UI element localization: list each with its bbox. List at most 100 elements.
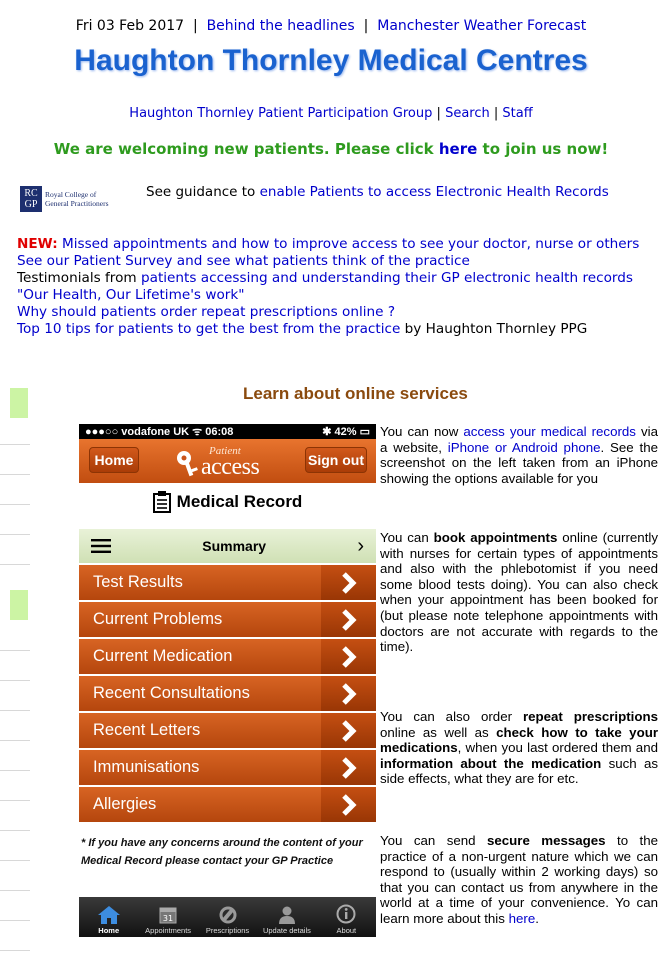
access-medical-records-link[interactable]: access your medical records [463,424,636,439]
tab-about[interactable]: About [317,897,376,937]
menu-item-recent-consultations[interactable]: Recent Consultations [79,676,376,711]
divider [0,800,30,801]
menu-item-current-medication[interactable]: Current Medication [79,639,376,674]
rcgp-mark: RC GP [20,186,42,212]
divider [0,680,30,681]
menu-item-label: Allergies [93,795,157,813]
chevron-right-icon [321,787,376,822]
menu-item-allergies[interactable]: Allergies [79,787,376,822]
staff-link[interactable]: Staff [502,106,532,121]
separator: | [493,106,499,121]
calendar-icon: 31 [159,907,177,924]
learn-section-title: Learn about online services [243,384,468,403]
testimonials-text: Testimonials from [17,270,137,286]
divider [0,534,30,535]
divider [0,504,30,505]
welcome-text: We are welcoming new patients. Please cl… [53,140,434,158]
patient-access-header: Home Patient access Sign out [79,439,376,483]
record-menu: Test Results Current Problems Current Me… [79,565,376,822]
separator: | [192,18,198,34]
home-button[interactable]: Home [89,447,139,473]
menu-item-current-problems[interactable]: Current Problems [79,602,376,637]
new-tag: NEW: [17,236,58,252]
person-icon [278,906,295,924]
divider [0,860,30,861]
behind-the-headlines-link[interactable]: Behind the headlines [207,18,355,34]
clipboard-icon [152,491,171,513]
divider [0,564,30,565]
phone-tab-bar: Home 31 Appointments Prescriptions Updat… [79,897,376,937]
patient-access-screenshot: ●●●○○ vodafone UK ᯤ 06:08 ✱ 42% ▭ Home P… [79,424,376,951]
left-decoration [0,388,30,963]
guidance-link[interactable]: enable Patients to access Electronic Hea… [260,184,609,200]
divider [0,920,30,921]
prescription-icon [219,906,237,924]
divider [0,890,30,891]
site-title[interactable]: Haughton Thornley Medical Centres [0,44,662,78]
patient-survey-link[interactable]: See our Patient Survey and see what pati… [17,253,470,269]
hamburger-menu-icon[interactable] [91,539,111,553]
tab-home[interactable]: Home [79,897,138,937]
tab-update-details[interactable]: Update details [257,897,316,937]
chevron-right-icon [321,602,376,637]
menu-item-label: Recent Letters [93,721,201,739]
iphone-android-link[interactable]: iPhone or Android phone [448,440,601,455]
summary-label: Summary [202,538,267,554]
menu-item-label: Recent Consultations [93,684,250,702]
home-icon [97,906,120,924]
guidance-text: See guidance to [146,184,256,200]
top-10-tips-link[interactable]: Top 10 tips for patients to get the best… [17,321,400,337]
sign-out-button[interactable]: Sign out [305,447,367,473]
join-here-link[interactable]: here [439,140,477,158]
chevron-right-icon: › [357,534,364,557]
guidance-line: See guidance to enable Patients to acces… [146,184,609,200]
weather-forecast-link[interactable]: Manchester Weather Forecast [377,18,586,34]
svg-text:31: 31 [163,914,173,923]
battery-text: ✱ 42% ▭ [322,426,370,438]
news-item: "Our Health, Our Lifetime's work" [17,287,639,304]
news-item: Testimonials from patients accessing and… [17,270,639,287]
summary-bar[interactable]: Summary › [79,529,376,563]
divider [0,770,30,771]
our-health-link[interactable]: "Our Health, Our Lifetime's work" [17,287,244,303]
news-item: Why should patients order repeat prescri… [17,304,639,321]
welcome-text-end: to join us now! [482,140,609,158]
tab-appointments[interactable]: 31 Appointments [138,897,197,937]
news-item: Top 10 tips for patients to get the best… [17,321,639,338]
rcgp-logo[interactable]: RC GP Royal College of General Practitio… [20,184,138,214]
divider [0,950,30,951]
chevron-right-icon [321,750,376,785]
divider [0,650,30,651]
menu-item-label: Test Results [93,573,183,591]
decoration-block [10,388,28,418]
welcome-banner: We are welcoming new patients. Please cl… [0,140,662,158]
menu-item-immunisations[interactable]: Immunisations [79,750,376,785]
patient-access-logo: Patient access [175,443,275,480]
sub-navigation: Haughton Thornley Patient Participation … [0,106,662,121]
secure-messages-here-link[interactable]: here [509,911,536,926]
top-bar: Fri 03 Feb 2017 | Behind the headlines |… [0,18,662,34]
online-access-paragraph: You can now access your medical records … [380,424,658,486]
ppg-link[interactable]: Haughton Thornley Patient Participation … [129,106,432,121]
missed-appointments-link[interactable]: Missed appointments and how to improve a… [62,236,639,252]
record-disclaimer: * If you have any concerns around the co… [81,837,363,867]
chevron-right-icon [321,713,376,748]
menu-item-recent-letters[interactable]: Recent Letters [79,713,376,748]
carrier-text: ●●●○○ vodafone UK ᯤ 06:08 [85,426,234,438]
chevron-right-icon [321,676,376,711]
decoration-block [10,590,28,620]
separator: | [436,106,441,121]
divider [0,740,30,741]
search-link[interactable]: Search [445,106,490,121]
news-item: See our Patient Survey and see what pati… [17,253,639,270]
repeat-prescriptions-link[interactable]: Why should patients order repeat prescri… [17,304,395,320]
news-item: NEW: Missed appointments and how to impr… [17,236,639,253]
medical-record-label: Medical Record [176,492,303,511]
testimonials-link[interactable]: patients accessing and understanding the… [141,270,633,286]
repeat-prescriptions-paragraph: You can also order repeat prescriptions … [380,709,658,787]
secure-messages-paragraph: You can send secure messages to the prac… [380,833,658,926]
menu-item-test-results[interactable]: Test Results [79,565,376,600]
chevron-right-icon [321,565,376,600]
tab-prescriptions[interactable]: Prescriptions [198,897,257,937]
info-icon [336,904,356,924]
